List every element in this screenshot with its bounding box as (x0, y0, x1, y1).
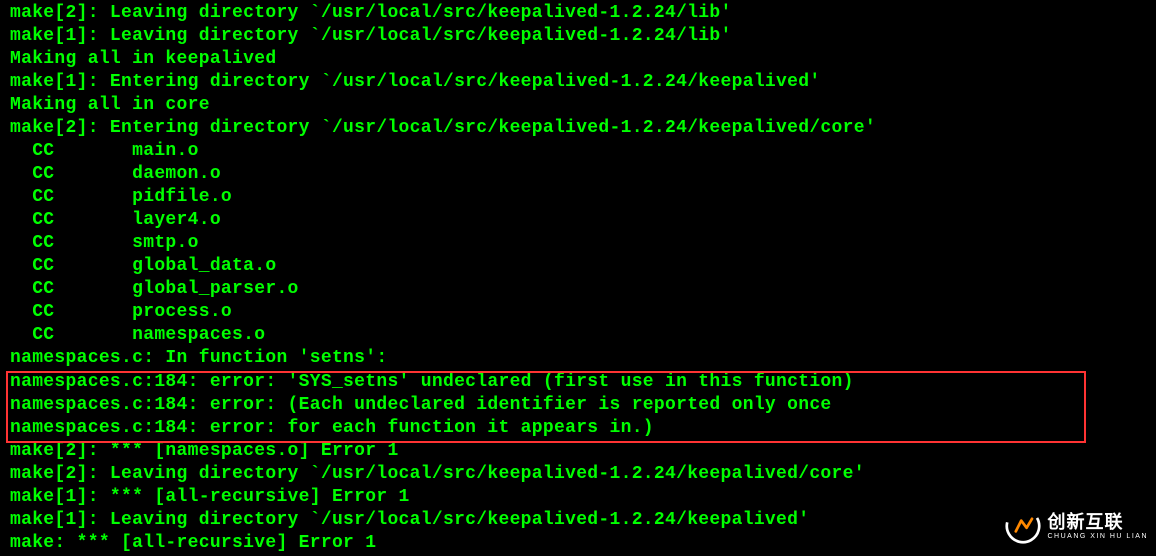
terminal-line: CC layer4.o (10, 209, 1156, 232)
terminal-line: make[2]: Leaving directory `/usr/local/s… (10, 463, 1156, 486)
terminal-line-error: namespaces.c:184: error: for each functi… (10, 417, 1156, 440)
terminal-line: namespaces.c: In function 'setns': (10, 347, 1156, 370)
terminal-output[interactable]: make[2]: Leaving directory `/usr/local/s… (10, 2, 1156, 555)
terminal-line: make[2]: Entering directory `/usr/local/… (10, 117, 1156, 140)
watermark-logo-icon (1005, 508, 1041, 544)
terminal-line: CC global_data.o (10, 255, 1156, 278)
terminal-line: make[1]: Leaving directory `/usr/local/s… (10, 509, 1156, 532)
watermark-text-cn: 创新互联 (1047, 513, 1148, 531)
terminal-line: make[1]: Entering directory `/usr/local/… (10, 71, 1156, 94)
terminal-line: make[1]: Leaving directory `/usr/local/s… (10, 25, 1156, 48)
terminal-line-error: namespaces.c:184: error: 'SYS_setns' und… (10, 371, 1156, 394)
watermark: 创新互联 CHUANG XIN HU LIAN (1005, 508, 1148, 544)
terminal-line: CC namespaces.o (10, 324, 1156, 347)
terminal-line: CC daemon.o (10, 163, 1156, 186)
terminal-line: CC pidfile.o (10, 186, 1156, 209)
terminal-line: make[2]: Leaving directory `/usr/local/s… (10, 2, 1156, 25)
terminal-line: make[1]: *** [all-recursive] Error 1 (10, 486, 1156, 509)
terminal-line-error: namespaces.c:184: error: (Each undeclare… (10, 394, 1156, 417)
watermark-text-en: CHUANG XIN HU LIAN (1047, 533, 1148, 540)
terminal-line: CC process.o (10, 301, 1156, 324)
terminal-line: Making all in keepalived (10, 48, 1156, 71)
terminal-line: CC global_parser.o (10, 278, 1156, 301)
terminal-line: CC main.o (10, 140, 1156, 163)
terminal-line: Making all in core (10, 94, 1156, 117)
terminal-line: CC smtp.o (10, 232, 1156, 255)
terminal-line: make: *** [all-recursive] Error 1 (10, 532, 1156, 555)
terminal-line: make[2]: *** [namespaces.o] Error 1 (10, 440, 1156, 463)
